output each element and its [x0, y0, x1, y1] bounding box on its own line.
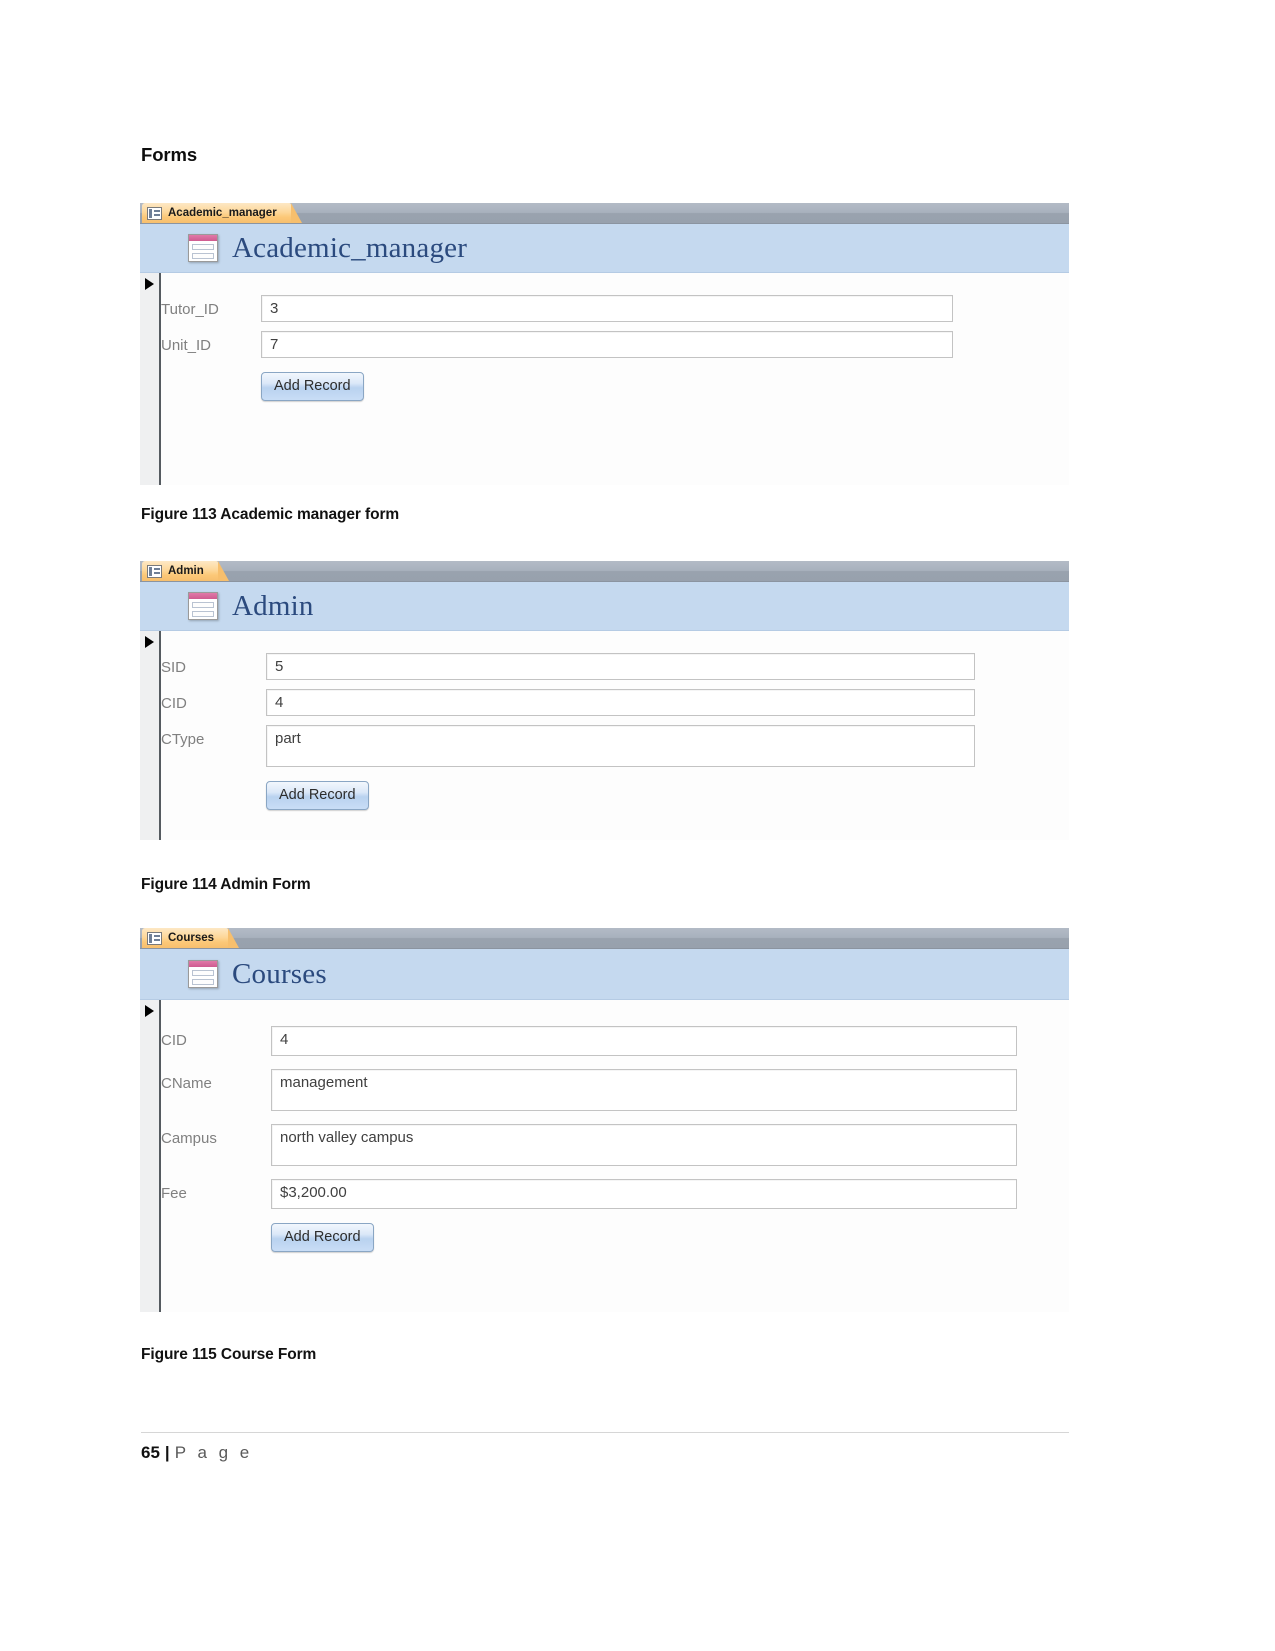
footer-divider	[141, 1432, 1069, 1433]
form-fields: SID 5 CID 4 CType part Add Record	[161, 631, 1069, 840]
figure-caption-114: Figure 114 Admin Form	[141, 876, 311, 893]
form-actions: Add Record	[161, 781, 1069, 810]
record-arrow-icon	[145, 278, 154, 290]
field-input-cname[interactable]: management	[271, 1069, 1017, 1111]
form-title: Courses	[232, 957, 327, 990]
field-label: CName	[161, 1075, 212, 1092]
record-arrow-icon	[145, 1005, 154, 1017]
add-record-button[interactable]: Add Record	[266, 781, 369, 810]
access-form-courses: Courses Courses CID 4 CName management C…	[140, 928, 1069, 1312]
field-label: SID	[161, 659, 187, 676]
field-label: Unit_ID	[161, 337, 212, 354]
form-tab-bar: Academic_manager	[140, 203, 1069, 224]
field-row: Campus north valley campus	[161, 1124, 1069, 1166]
form-object-icon	[188, 592, 218, 620]
field-input-tutor-id[interactable]: 3	[261, 295, 953, 322]
field-label: Tutor_ID	[161, 301, 219, 318]
tab-label: Academic_manager	[168, 207, 277, 219]
footer-page-word: P a g e	[174, 1443, 253, 1462]
document-page: Forms Academic_manager Academic_manager …	[0, 0, 1275, 1651]
field-input-sid[interactable]: 5	[266, 653, 975, 680]
page-footer: 65 | P a g e	[141, 1443, 253, 1463]
add-record-button[interactable]: Add Record	[271, 1223, 374, 1252]
form-fields: CID 4 CName management Campus north vall…	[161, 1000, 1069, 1312]
figure-caption-113: Figure 113 Academic manager form	[141, 506, 400, 523]
field-row: Fee $3,200.00	[161, 1179, 1069, 1209]
field-label: CID	[161, 1032, 187, 1049]
field-row: SID 5	[161, 653, 1069, 680]
access-form-admin: Admin Admin SID 5 CID 4 CType part Add R…	[140, 561, 1069, 840]
form-header-band: Academic_manager	[140, 224, 1069, 273]
form-object-icon	[147, 564, 162, 578]
record-selector[interactable]	[140, 631, 161, 840]
form-tab-bar: Courses	[140, 928, 1069, 949]
page-title: Forms	[141, 144, 198, 165]
form-actions: Add Record	[161, 1223, 1069, 1252]
form-fields: Tutor_ID 3 Unit_ID 7 Add Record	[161, 273, 1069, 485]
form-body: SID 5 CID 4 CType part Add Record	[140, 631, 1069, 840]
form-object-icon	[147, 931, 162, 945]
form-body: Tutor_ID 3 Unit_ID 7 Add Record	[140, 273, 1069, 485]
field-row: CName management	[161, 1069, 1069, 1111]
field-input-campus[interactable]: north valley campus	[271, 1124, 1017, 1166]
field-row: CID 4	[161, 1026, 1069, 1056]
tab-admin[interactable]: Admin	[142, 561, 229, 581]
field-row: Unit_ID 7	[161, 331, 1069, 358]
field-label: Fee	[161, 1185, 187, 1202]
form-object-icon	[147, 206, 162, 220]
tab-label: Admin	[168, 565, 204, 577]
add-record-button[interactable]: Add Record	[261, 372, 364, 401]
field-input-ctype[interactable]: part	[266, 725, 975, 767]
tab-courses[interactable]: Courses	[142, 928, 240, 948]
tab-academic-manager[interactable]: Academic_manager	[142, 203, 302, 223]
tab-label: Courses	[168, 932, 215, 944]
field-row: CID 4	[161, 689, 1069, 716]
field-input-fee[interactable]: $3,200.00	[271, 1179, 1017, 1209]
field-input-cid[interactable]: 4	[266, 689, 975, 716]
form-actions: Add Record	[161, 372, 1069, 401]
figure-caption-115: Figure 115 Course Form	[141, 1346, 317, 1363]
field-label: CID	[161, 695, 187, 712]
footer-separator: |	[164, 1443, 170, 1462]
page-number: 65	[141, 1443, 160, 1462]
form-title: Academic_manager	[232, 231, 468, 264]
field-input-unit-id[interactable]: 7	[261, 331, 953, 358]
field-label: Campus	[161, 1130, 217, 1147]
record-arrow-icon	[145, 636, 154, 648]
form-tab-bar: Admin	[140, 561, 1069, 582]
field-row: Tutor_ID 3	[161, 295, 1069, 322]
form-body: CID 4 CName management Campus north vall…	[140, 1000, 1069, 1312]
record-selector[interactable]	[140, 273, 161, 485]
form-header-band: Admin	[140, 582, 1069, 631]
record-selector[interactable]	[140, 1000, 161, 1312]
form-header-band: Courses	[140, 949, 1069, 1000]
form-title: Admin	[232, 589, 314, 622]
access-form-academic-manager: Academic_manager Academic_manager Tutor_…	[140, 203, 1069, 485]
field-label: CType	[161, 731, 205, 748]
form-object-icon	[188, 960, 218, 988]
field-row: CType part	[161, 725, 1069, 767]
field-input-cid[interactable]: 4	[271, 1026, 1017, 1056]
form-object-icon	[188, 234, 218, 262]
